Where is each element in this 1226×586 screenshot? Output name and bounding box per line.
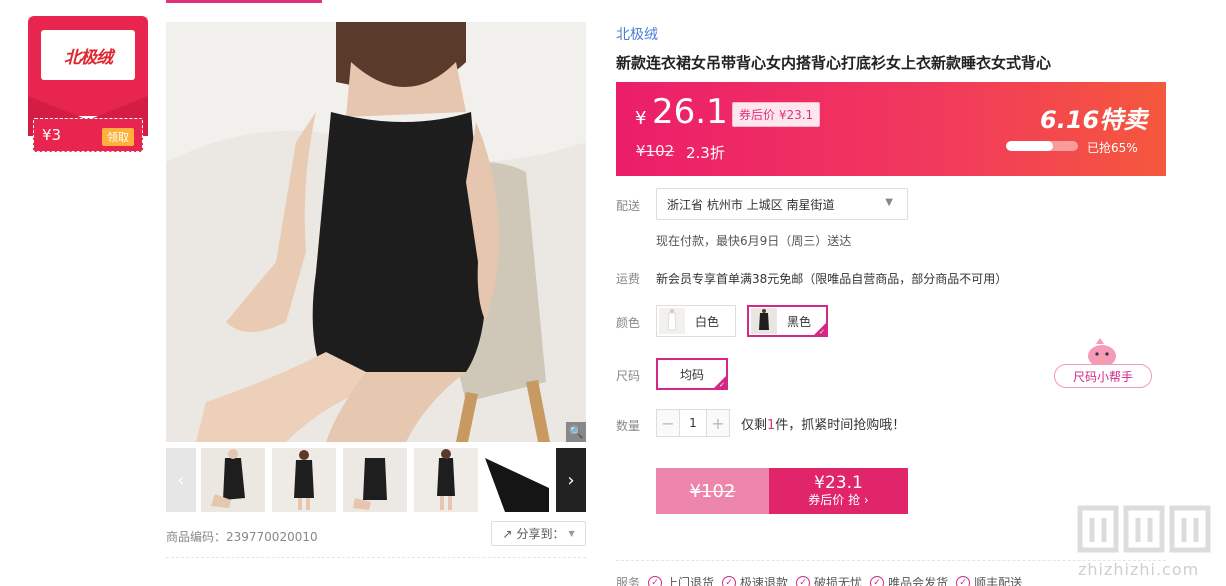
watermark-logo-icon: [1077, 505, 1211, 553]
thumbnail-5[interactable]: [485, 448, 549, 512]
check-circle-icon: ✓: [722, 575, 737, 586]
top-accent-bar: [166, 0, 322, 3]
color-swatch-black: [751, 308, 777, 334]
share-button[interactable]: ↗ 分享到： ▼: [491, 521, 586, 546]
size-option-label: 均码: [679, 367, 704, 382]
color-swatch-white: [659, 308, 685, 334]
current-price: 26.1: [652, 92, 728, 132]
check-circle-icon: ✓: [796, 575, 811, 586]
shipping-label: 运费: [616, 272, 641, 286]
brand-logo-text: 北极绒: [64, 47, 113, 68]
discount-rate: 2.3折: [686, 144, 725, 162]
sold-progress-label: 已抢65%: [1087, 141, 1138, 155]
buy-price: ¥23.1: [814, 473, 863, 493]
size-label: 尺码: [616, 369, 641, 383]
share-label: 分享到：: [516, 527, 565, 541]
buy-label: 券后价 抢 ›: [808, 493, 869, 507]
stock-suffix: 件，抓紧时间抢购哦！: [775, 418, 906, 433]
color-option-label: 黑色: [787, 314, 812, 329]
coupon-amount: ¥3: [42, 126, 62, 144]
share-icon: ↗: [502, 526, 513, 541]
service-label: 上门退货: [666, 576, 715, 586]
size-option-onesize[interactable]: 均码: [656, 358, 728, 390]
service-label: 破损无忧: [814, 576, 863, 586]
main-product-image[interactable]: 🔍: [166, 22, 586, 442]
sku-code: 商品编码：239770020010: [166, 530, 318, 544]
left-divider: [166, 557, 586, 558]
chevron-down-icon: ▼: [885, 197, 893, 208]
color-label: 颜色: [616, 316, 641, 330]
size-helper-mascot-icon: [1088, 338, 1116, 367]
stock-prefix: 仅剩: [741, 418, 768, 433]
thumbnail-1[interactable]: [201, 448, 265, 512]
address-value: 浙江省 杭州市 上城区 南星街道: [667, 197, 835, 212]
services-row: 服务 ✓ 上门退货 ✓ 极速退款 ✓ 破损无忧 ✓ 唯品会发货 ✓ 顺丰配送: [616, 574, 1022, 586]
chevron-down-icon: ▼: [568, 529, 575, 538]
selected-check-icon: [814, 323, 826, 336]
quantity-stepper[interactable]: − 1 +: [656, 409, 730, 437]
service-item: ✓ 顺丰配送: [956, 574, 1022, 586]
price-currency: ¥: [635, 108, 647, 129]
size-helper-label: 尺码小帮手: [1054, 364, 1152, 388]
original-price: ¥102: [636, 142, 675, 160]
address-select[interactable]: 浙江省 杭州市 上城区 南星街道 ▼: [656, 188, 908, 220]
thumbnail-2[interactable]: [272, 448, 336, 512]
service-item: ✓ 上门退货: [648, 574, 714, 586]
sold-progress-bar: [1006, 141, 1078, 151]
service-item: ✓ 唯品会发货: [870, 574, 948, 586]
quantity-minus-button[interactable]: −: [657, 410, 679, 436]
service-label: 顺丰配送: [974, 576, 1023, 586]
stock-note: 仅剩1件，抓紧时间抢购哦！: [741, 414, 905, 433]
service-label: 唯品会发货: [888, 576, 949, 586]
service-item: ✓ 极速退款: [722, 574, 788, 586]
coupon-claim-button[interactable]: 领取: [102, 128, 134, 146]
brand-logo[interactable]: 北极绒: [41, 30, 135, 80]
color-option-black[interactable]: 黑色: [747, 305, 828, 337]
sold-progress-fill: [1006, 141, 1053, 151]
brand-coupon[interactable]: ¥3 领取: [33, 118, 143, 152]
shipping-text: 新会员专享首单满38元免邮（限唯品自营商品，部分商品不可用）: [656, 272, 1008, 286]
check-circle-icon: ✓: [870, 575, 885, 586]
selected-check-icon: [714, 376, 726, 389]
price-banner: ¥ 26.1 券后价 ¥23.1 ¥102 2.3折 6.16特卖 已抢65%: [616, 82, 1166, 176]
quantity-label: 数量: [616, 419, 641, 433]
quantity-value[interactable]: 1: [679, 410, 707, 436]
check-circle-icon: ✓: [956, 575, 971, 586]
brand-link[interactable]: 北极绒: [616, 24, 658, 44]
buy-button[interactable]: ¥102 ¥23.1 券后价 抢 ›: [656, 468, 908, 514]
watermark: zhizhizhi.com: [1070, 500, 1220, 586]
buy-coupon-price[interactable]: ¥23.1 券后价 抢 ›: [769, 468, 908, 514]
watermark-text: zhizhizhi.com: [1078, 560, 1200, 579]
thumbnail-3[interactable]: [343, 448, 407, 512]
services-label: 服务: [616, 576, 641, 586]
thumbnail-next-button[interactable]: ›: [556, 448, 586, 512]
promo-title: 6.16特卖: [1040, 106, 1148, 134]
delivery-label: 配送: [616, 199, 641, 213]
quantity-plus-button[interactable]: +: [707, 410, 729, 436]
product-title: 新款连衣裙女吊带背心女内搭背心打底衫女上衣新款睡衣女式背心: [616, 54, 1052, 72]
coupon-price-tag: 券后价 ¥23.1: [732, 102, 821, 127]
zoom-icon[interactable]: 🔍: [566, 422, 586, 442]
delivery-note: 现在付款，最快6月9日（周三）送达: [656, 234, 852, 248]
thumbnail-4[interactable]: [414, 448, 478, 512]
thumbnail-prev-button[interactable]: ‹: [166, 448, 196, 512]
color-option-white[interactable]: 白色: [656, 305, 736, 337]
check-circle-icon: ✓: [648, 575, 663, 586]
buy-original-price: ¥102: [656, 468, 769, 514]
brand-card[interactable]: 北极绒 ¥3 领取: [28, 16, 148, 154]
product-photo: [166, 22, 586, 442]
service-label: 极速退款: [740, 576, 789, 586]
service-item: ✓ 破损无忧: [796, 574, 862, 586]
size-helper[interactable]: 尺码小帮手: [1054, 336, 1152, 390]
color-option-label: 白色: [695, 314, 720, 329]
